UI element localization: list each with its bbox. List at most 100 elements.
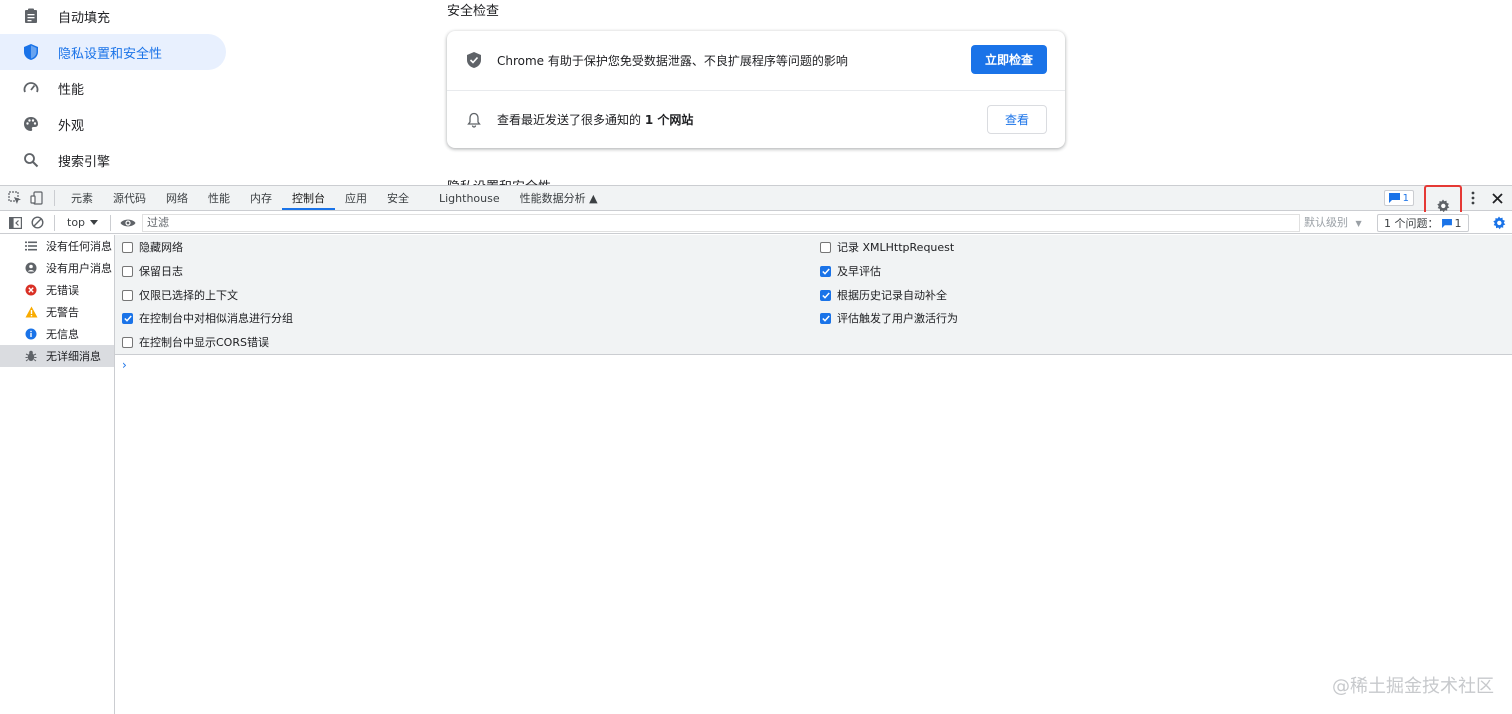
device-toolbar-icon[interactable] xyxy=(26,186,48,210)
console-output[interactable]: › @稀土掘金技术社区 xyxy=(115,355,1512,714)
checkbox-unchecked[interactable] xyxy=(122,336,133,348)
sidebar-item-label: 无信息 xyxy=(46,328,79,341)
message-icon xyxy=(1388,193,1400,203)
issues-label: 1 个问题： xyxy=(1384,217,1439,230)
checkbox-unchecked[interactable] xyxy=(122,241,133,253)
filter-input[interactable]: 过滤 xyxy=(142,214,1300,232)
tab-performance-insights[interactable]: 性能数据分析 ▲ xyxy=(510,186,608,210)
bell-icon xyxy=(465,111,483,129)
sidebar-item-label: 无错误 xyxy=(46,284,79,297)
sidebar-item-verbose[interactable]: 无详细消息 xyxy=(0,345,114,367)
option-label: 在控制台中显示CORS错误 xyxy=(139,336,269,349)
more-options-icon[interactable] xyxy=(1466,186,1480,210)
gear-icon xyxy=(1437,199,1450,213)
clipboard-icon xyxy=(22,7,40,25)
option-group-similar[interactable]: 在控制台中对相似消息进行分组 xyxy=(122,308,293,328)
console-sidebar: 没有任何消息 没有用户消息 无错误 无警告 无信息 无详细消息 xyxy=(0,235,115,714)
option-preserve-log[interactable]: 保留日志 xyxy=(122,261,183,281)
option-hide-network[interactable]: 隐藏网络 xyxy=(122,237,183,257)
toolbar-divider xyxy=(54,214,55,231)
tabbar-divider xyxy=(54,190,55,206)
safety-check-text: Chrome 有助于保护您免受数据泄露、不良扩展程序等问题的影响 xyxy=(497,53,848,68)
tab-sources[interactable]: 源代码 xyxy=(103,186,156,210)
option-eager-evaluation[interactable]: 及早评估 xyxy=(820,261,881,281)
devtools-panel: 元素 源代码 网络 性能 内存 控制台 应用 安全 Lighthouse 性能数… xyxy=(0,185,1512,714)
console-toolbar: top 过滤 默认级别 ▼ 1 个问题： 1 xyxy=(0,212,1512,234)
issues-button[interactable]: 1 个问题： 1 xyxy=(1377,214,1469,232)
sidebar-item-label: 没有任何消息 xyxy=(46,240,112,253)
check-now-button[interactable]: 立即检查 xyxy=(971,45,1047,74)
sidebar-toggle-icon[interactable] xyxy=(4,211,26,235)
option-selected-context-only[interactable]: 仅限已选择的上下文 xyxy=(122,285,238,305)
option-label: 保留日志 xyxy=(139,265,183,278)
dropdown-arrow-icon xyxy=(90,219,99,225)
live-expression-eye-icon[interactable] xyxy=(117,211,139,235)
option-label: 仅限已选择的上下文 xyxy=(139,289,238,302)
nav-item-performance[interactable]: 性能 xyxy=(0,70,226,106)
screen: 自动填充 隐私设置和安全性 性能 外观 搜索引擎 安全检查 Chrome 有助于… xyxy=(0,0,1512,714)
chevron-down-icon: ▼ xyxy=(1355,219,1362,228)
option-label: 在控制台中对相似消息进行分组 xyxy=(139,312,293,325)
nav-item-autofill[interactable]: 自动填充 xyxy=(0,0,226,34)
checkmark-icon xyxy=(821,292,830,299)
checkbox-checked[interactable] xyxy=(122,312,133,324)
checkbox-checked[interactable] xyxy=(820,289,831,301)
option-autocomplete-history[interactable]: 根据历史记录自动补全 xyxy=(820,285,947,305)
sidebar-item-errors[interactable]: 无错误 xyxy=(0,279,114,301)
checkbox-unchecked[interactable] xyxy=(122,289,133,301)
notifications-row: 查看最近发送了很多通知的 1 个网站 查看 xyxy=(447,90,1065,148)
tabbar-right-controls: 1 xyxy=(1383,185,1512,227)
sidebar-item-messages[interactable]: 没有任何消息 xyxy=(0,235,114,257)
checkmark-icon xyxy=(821,268,830,275)
log-level-label: 默认级别 xyxy=(1304,216,1348,229)
sidebar-item-label: 没有用户消息 xyxy=(46,262,112,275)
review-button[interactable]: 查看 xyxy=(987,105,1047,134)
tab-network[interactable]: 网络 xyxy=(156,186,198,210)
tab-elements[interactable]: 元素 xyxy=(61,186,103,210)
console-prompt[interactable]: › xyxy=(122,358,127,372)
option-label: 根据历史记录自动补全 xyxy=(837,289,947,302)
notifications-site-count: 1 个网站 xyxy=(644,113,694,127)
user-icon xyxy=(24,261,38,275)
nav-label: 隐私设置和安全性 xyxy=(58,46,163,62)
option-label: 及早评估 xyxy=(837,265,881,278)
log-level-dropdown[interactable]: 默认级别 ▼ xyxy=(1304,214,1362,233)
sidebar-item-label: 无详细消息 xyxy=(46,350,101,363)
nav-label: 搜索引擎 xyxy=(58,154,111,170)
tab-security[interactable]: 安全 xyxy=(377,186,419,210)
tab-performance[interactable]: 性能 xyxy=(198,186,240,210)
sidebar-item-warnings[interactable]: 无警告 xyxy=(0,301,114,323)
checkbox-unchecked[interactable] xyxy=(122,265,133,277)
notifications-text-prefix: 查看最近发送了很多通知的 xyxy=(497,113,645,127)
context-selector[interactable]: top xyxy=(61,216,104,229)
close-icon[interactable] xyxy=(1486,186,1508,210)
checkbox-checked[interactable] xyxy=(820,265,831,277)
option-show-cors-errors[interactable]: 在控制台中显示CORS错误 xyxy=(122,332,269,352)
clear-console-icon[interactable] xyxy=(26,211,48,235)
nav-item-search-engine[interactable]: 搜索引擎 xyxy=(0,142,226,178)
nav-item-privacy[interactable]: 隐私设置和安全性 xyxy=(0,34,226,70)
option-user-activation-eval[interactable]: 评估触发了用户激活行为 xyxy=(820,308,958,328)
issues-badge[interactable]: 1 xyxy=(1383,190,1414,206)
checkmark-icon xyxy=(821,315,830,322)
sidebar-item-label: 无警告 xyxy=(46,306,79,319)
sidebar-item-info[interactable]: 无信息 xyxy=(0,323,114,345)
warning-icon xyxy=(24,305,38,319)
watermark: @稀土掘金技术社区 xyxy=(1332,676,1494,697)
inspect-element-icon[interactable] xyxy=(4,186,26,210)
tab-memory[interactable]: 内存 xyxy=(240,186,282,210)
section-title: 安全检查 xyxy=(447,4,500,19)
issues-badge-count: 1 xyxy=(1402,192,1409,204)
tab-console[interactable]: 控制台 xyxy=(282,186,335,210)
console-settings-gear-icon[interactable] xyxy=(1492,215,1506,234)
option-log-xhr[interactable]: 记录 XMLHttpRequest xyxy=(820,237,954,257)
tab-lighthouse[interactable]: Lighthouse xyxy=(429,186,510,210)
sidebar-item-user-messages[interactable]: 没有用户消息 xyxy=(0,257,114,279)
checkbox-checked[interactable] xyxy=(820,312,831,324)
checkbox-unchecked[interactable] xyxy=(820,241,831,253)
shield-icon xyxy=(22,43,40,61)
safety-check-card: Chrome 有助于保护您免受数据泄露、不良扩展程序等问题的影响 立即检查 查看… xyxy=(447,31,1065,148)
nav-item-appearance[interactable]: 外观 xyxy=(0,106,226,142)
tab-application[interactable]: 应用 xyxy=(335,186,377,210)
nav-label: 外观 xyxy=(58,118,85,134)
